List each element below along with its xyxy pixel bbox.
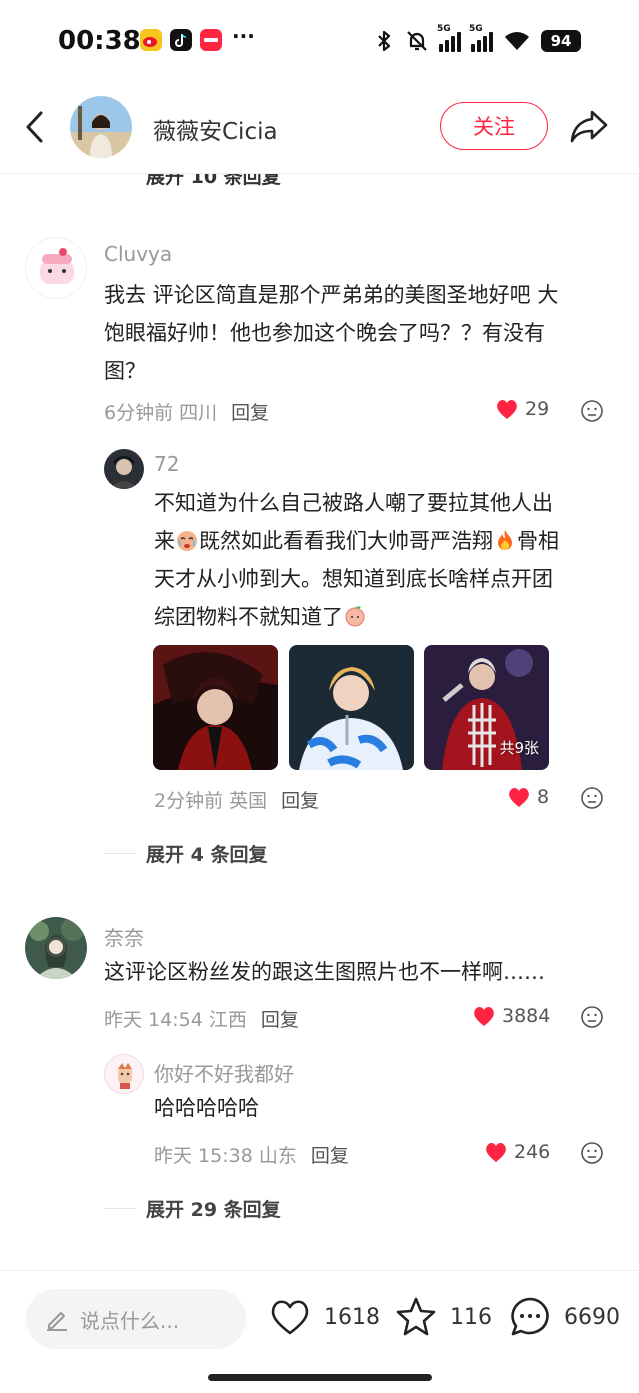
reply-like-button[interactable]: 8: [507, 786, 549, 808]
share-icon[interactable]: [568, 106, 610, 146]
heart-filled-icon: [474, 1007, 494, 1026]
status-time: 00:38: [58, 26, 141, 56]
heart-filled-icon: [509, 788, 529, 807]
dislike-icon[interactable]: [580, 1141, 604, 1165]
tiktok-icon: [170, 29, 192, 51]
battery-indicator: 94: [541, 30, 581, 52]
heart-filled-icon: [486, 1143, 506, 1162]
pencil-icon: [47, 1312, 67, 1331]
reply-image-3[interactable]: 共9张: [424, 645, 549, 770]
status-bar: 00:38 ··· 5G 5G 94: [0, 0, 639, 84]
comment-input[interactable]: 说点什么...: [26, 1289, 246, 1349]
more-notifications-icon: ···: [232, 24, 255, 48]
comment-like-count: 29: [525, 398, 550, 420]
reply-author[interactable]: 72: [154, 452, 179, 476]
comment-like-count: 3884: [502, 1005, 551, 1027]
heart-outline-icon: [271, 1300, 309, 1335]
bluetooth-icon: [378, 30, 391, 52]
expand-divider: [104, 1208, 136, 1209]
comment-text: 我去 评论区简直是那个严弟弟的美图圣地好吧 大 饱眼福好帅！他也参加这个晚会了吗…: [104, 283, 559, 383]
crying-emoji-icon: [177, 531, 197, 551]
mute-icon: [407, 31, 427, 51]
author-avatar[interactable]: [70, 96, 132, 158]
heart-filled-icon: [497, 400, 517, 419]
reply-avatar[interactable]: [104, 449, 144, 489]
reply-image-1[interactable]: [153, 645, 278, 770]
weibo-icon: [140, 29, 162, 51]
comment-like-button[interactable]: 3884: [472, 1005, 550, 1027]
collect-count: 116: [450, 1304, 492, 1330]
reply-like-button[interactable]: 246: [484, 1141, 550, 1163]
reply-text: 哈哈哈哈哈: [154, 1096, 259, 1120]
comment-meta: 6分钟前 四川 回复: [104, 402, 270, 424]
like-button[interactable]: 1618: [268, 1295, 380, 1339]
truncated-expand-label[interactable]: 展开 10 条回复: [146, 174, 281, 186]
truncated-expand-row: 展开 10 条回复: [0, 174, 639, 186]
fire-emoji-icon: [498, 530, 512, 550]
reply-avatar[interactable]: [104, 1054, 144, 1094]
reply-author[interactable]: 你好不好我都好: [154, 1058, 294, 1087]
expand-divider: [104, 853, 136, 854]
reply-text: 不知道为什么自己被路人嘲了要拉其他人出 来既然如此看看我们大帅哥严浩翔 骨相 天才…: [154, 491, 559, 629]
signal-1-icon: 5G: [437, 24, 461, 52]
dislike-icon[interactable]: [580, 399, 604, 423]
collect-button[interactable]: 116: [394, 1295, 492, 1339]
wifi-icon: [505, 32, 529, 50]
expand-replies-button[interactable]: 展开 4 条回复: [146, 840, 267, 867]
comment-text: 这评论区粉丝发的跟这生图照片也不一样啊……: [104, 960, 545, 984]
reply-button[interactable]: 回复: [261, 1009, 299, 1031]
comment-meta: 昨天 14:54 江西 回复: [104, 1009, 299, 1031]
comment-bubble-icon: [511, 1297, 549, 1336]
dislike-icon[interactable]: [580, 786, 604, 810]
note-header: 薇薇安Cicia 关注: [0, 84, 639, 174]
comment-button[interactable]: 6690: [508, 1295, 620, 1339]
reply-button[interactable]: 回复: [281, 790, 319, 812]
reply-like-count: 8: [537, 786, 550, 808]
reply-meta: 昨天 15:38 山东 回复: [154, 1145, 349, 1167]
reply-button[interactable]: 回复: [231, 402, 269, 424]
star-outline-icon: [396, 1297, 436, 1336]
reply-meta: 2分钟前 英国 回复: [154, 790, 320, 812]
comment-input-placeholder: 说点什么...: [80, 1308, 180, 1333]
signal-2-icon: 5G: [469, 24, 493, 52]
peach-emoji-icon: [345, 606, 365, 627]
like-count: 1618: [324, 1304, 380, 1330]
back-arrow-icon[interactable]: [22, 110, 48, 144]
comment-avatar[interactable]: [25, 237, 87, 299]
comment-avatar[interactable]: [25, 917, 87, 979]
expand-replies-button[interactable]: 展开 29 条回复: [146, 1195, 281, 1222]
comment-like-button[interactable]: 29: [495, 398, 549, 420]
author-name[interactable]: 薇薇安Cicia: [153, 112, 278, 146]
home-indicator[interactable]: [208, 1374, 432, 1381]
comment-author[interactable]: 奈奈: [104, 922, 144, 951]
follow-button[interactable]: 关注: [440, 102, 548, 150]
comment-count: 6690: [564, 1304, 620, 1330]
xiaohongshu-icon: [200, 29, 222, 51]
reply-image-2[interactable]: [289, 645, 414, 770]
dislike-icon[interactable]: [580, 1005, 604, 1029]
image-count-badge: 共9张: [499, 739, 539, 757]
reply-like-count: 246: [514, 1141, 551, 1163]
comment-author[interactable]: Cluvya: [104, 242, 172, 266]
reply-button[interactable]: 回复: [311, 1145, 349, 1167]
